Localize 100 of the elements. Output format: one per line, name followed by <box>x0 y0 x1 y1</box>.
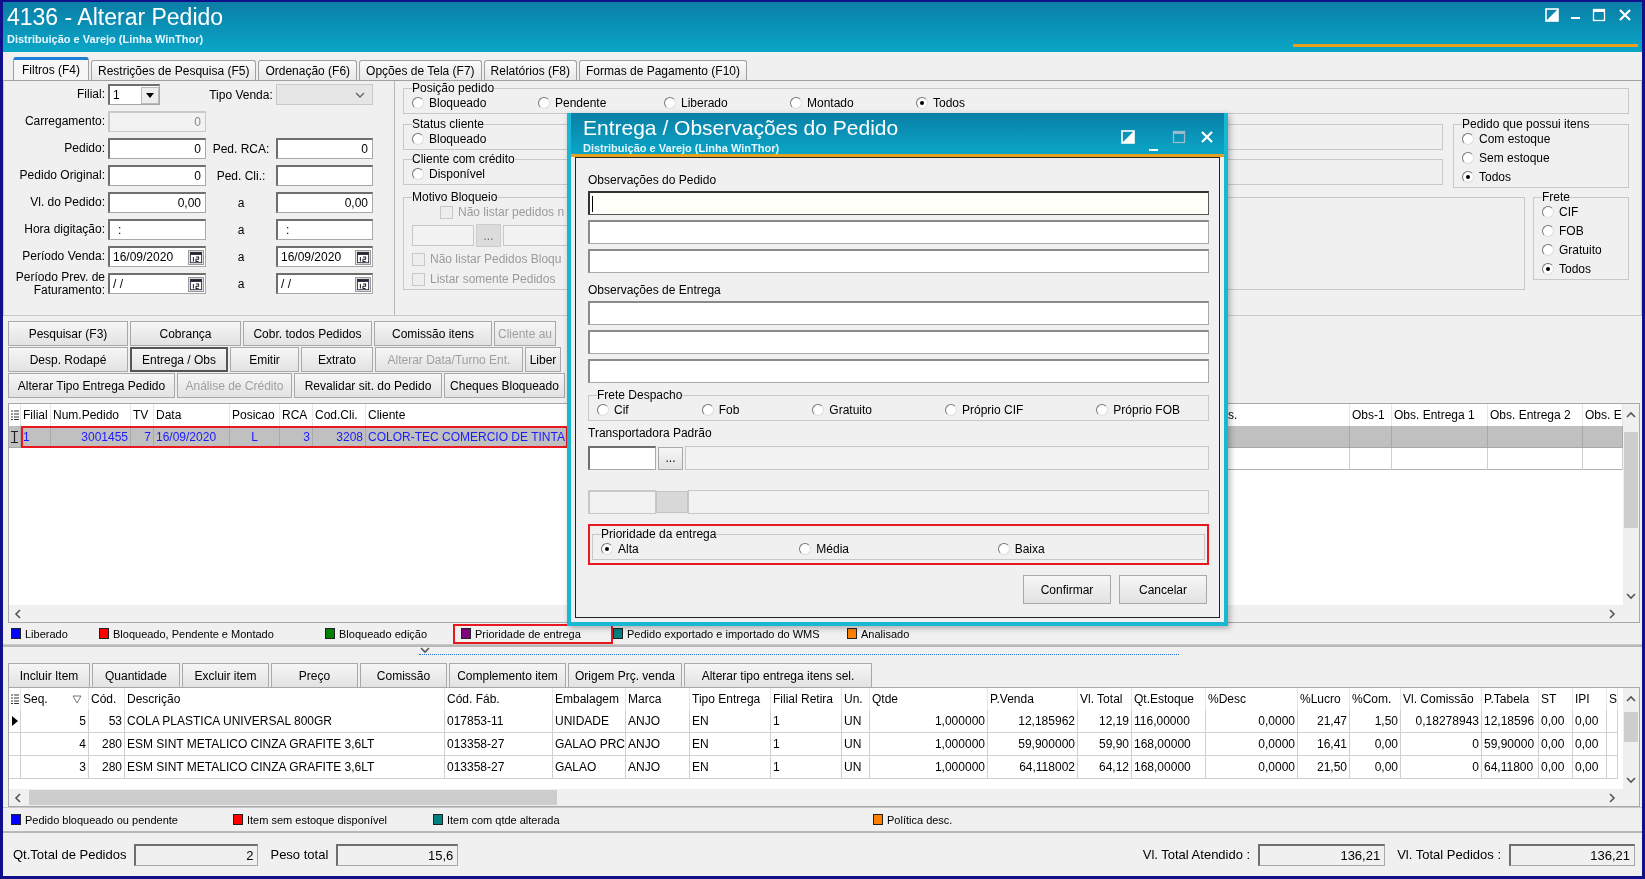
table-cell: 3208 <box>313 426 366 448</box>
radio-label: Montado <box>807 96 854 110</box>
radio-label: Bloqueado <box>429 132 487 146</box>
dialog-subtitle: Distribuição e Varejo (Linha WinThor) <box>583 141 781 155</box>
table-cell: 0,00 <box>1573 710 1607 733</box>
field-label: a <box>236 195 246 210</box>
radio-label: Sem estoque <box>1479 151 1550 165</box>
table-cell: 64,11800 <box>1482 756 1539 779</box>
table-cell: 3 <box>280 426 313 448</box>
field-label: Qt.Total de Pedidos <box>13 847 127 862</box>
table-cell: ANJO <box>626 710 690 733</box>
radio-label: Pendente <box>555 96 607 110</box>
radio-label: Próprio FOB <box>1113 403 1180 417</box>
field-label: a <box>236 276 246 291</box>
radio-label: Todos <box>1559 262 1592 276</box>
legend-label: Prioridade de entrega <box>475 627 581 640</box>
table-cell: 3001455 <box>51 426 131 448</box>
legend-label: Bloqueado, Pendente e Montado <box>113 627 274 640</box>
field-label: a <box>236 249 246 264</box>
table-cell: UN <box>842 756 870 779</box>
table-cell: EN <box>690 756 771 779</box>
radio-label: Todos <box>933 96 966 110</box>
table-cell: 0,00 <box>1539 733 1573 756</box>
radio-label: Com estoque <box>1479 132 1551 146</box>
field-label: Vl. Total Pedidos : <box>1397 847 1501 862</box>
radio-label: Gratuito <box>829 403 872 417</box>
table-cell: 1 <box>771 733 842 756</box>
radio-label: Alta <box>618 542 639 556</box>
table-cell: 168,00000 <box>1132 733 1206 756</box>
field-label: Filial: <box>76 88 105 101</box>
field-label: Pedido: <box>63 142 105 155</box>
legend-label: Pedido exportado e importado do WMS <box>627 627 820 640</box>
table-cell: 21,47 <box>1298 710 1350 733</box>
radio-label: CIF <box>1559 205 1579 219</box>
field-label: Ped. RCA: <box>211 141 271 156</box>
table-cell: 0,18278943 <box>1401 710 1482 733</box>
table-cell: ANJO <box>626 733 690 756</box>
table-cell: 0,0000 <box>1206 756 1298 779</box>
table-cell: 0 <box>1401 733 1482 756</box>
table-cell: 1,000000 <box>870 710 988 733</box>
table-cell: 168,00000 <box>1132 756 1206 779</box>
table-cell: 0,0000 <box>1206 733 1298 756</box>
table-cell: ANJO <box>626 756 690 779</box>
legend-label: Item sem estoque disponível <box>247 813 388 826</box>
field-label: a <box>236 222 246 237</box>
table-cell: 0,00 <box>1539 756 1573 779</box>
table-cell: EN <box>690 733 771 756</box>
window-subtitle: Distribuição e Varejo (Linha WinThor) <box>7 32 205 46</box>
field-label: Hora digitação: <box>23 223 105 236</box>
group-title: Frete <box>1542 190 1570 204</box>
field-label: Período Venda: <box>21 250 105 263</box>
input-field: 136,21 <box>1509 843 1635 866</box>
table-cell: 59,90 <box>1078 733 1132 756</box>
legend-label: Política desc. <box>887 813 953 826</box>
table-cell: 16/09/2020 <box>154 426 230 448</box>
field-label: Pedido Original: <box>18 169 105 182</box>
table-cell: 64,12 <box>1078 756 1132 779</box>
radio-label: Liberado <box>681 96 728 110</box>
field-label: Período Prev. de Faturamento: <box>14 270 105 297</box>
table-cell: 12,185962 <box>988 710 1078 733</box>
window-title: 4136 - Alterar Pedido <box>7 4 224 31</box>
table-cell: 017853-11 <box>445 710 553 733</box>
field-label: Vl. do Pedido: <box>29 196 105 209</box>
field-label: Transportadora Padrão <box>588 425 713 441</box>
radio-label: Baixa <box>1014 542 1045 556</box>
table-cell: 0,00 <box>1539 710 1573 733</box>
radio-label: Fob <box>718 403 740 417</box>
group-title: Motivo Bloqueio <box>412 190 498 204</box>
legend-label: Liberado <box>25 627 68 640</box>
table-cell: 1 <box>771 756 842 779</box>
field-label: Peso total <box>270 847 329 862</box>
input-field: 15,6 <box>336 843 459 866</box>
table-cell: 1 <box>771 710 842 733</box>
table-cell: 3 <box>21 756 89 779</box>
field-label: Observações do Pedido <box>588 172 718 188</box>
group-title: Pedido que possui itens <box>1462 117 1590 131</box>
radio-label: FOB <box>1559 224 1584 238</box>
table-cell: 64,118002 <box>988 756 1078 779</box>
table-cell: 1,50 <box>1350 710 1401 733</box>
table-cell: 0,0000 <box>1206 710 1298 733</box>
legend-label: Analisado <box>861 627 910 640</box>
table-cell: 16,41 <box>1298 733 1350 756</box>
field-label: Tipo Venda: <box>209 87 273 102</box>
table-cell: 1,000000 <box>870 756 988 779</box>
checkbox-label: Não listar pedidos n <box>458 205 565 219</box>
radio-label: Cif <box>614 403 629 417</box>
table-cell: 12,19 <box>1078 710 1132 733</box>
field-label: Observações de Entrega <box>588 282 722 298</box>
table-cell: 0,00 <box>1573 733 1607 756</box>
table-cell: COLA PLASTICA UNIVERSAL 800GR <box>125 710 445 733</box>
table-cell: 0 <box>1401 756 1482 779</box>
table-cell: 21,50 <box>1298 756 1350 779</box>
radio-label: Próprio CIF <box>961 403 1024 417</box>
table-cell: UNIDADE <box>553 710 626 733</box>
radio-label: Bloqueado <box>429 96 487 110</box>
table-cell: GALAO PRC <box>553 733 626 756</box>
group-title: Frete Despacho <box>597 388 683 402</box>
table-cell: 013358-27 <box>445 733 553 756</box>
dialog-title: Entrega / Observações do Pedido <box>583 115 899 140</box>
group-title: Posição pedido <box>412 81 495 95</box>
